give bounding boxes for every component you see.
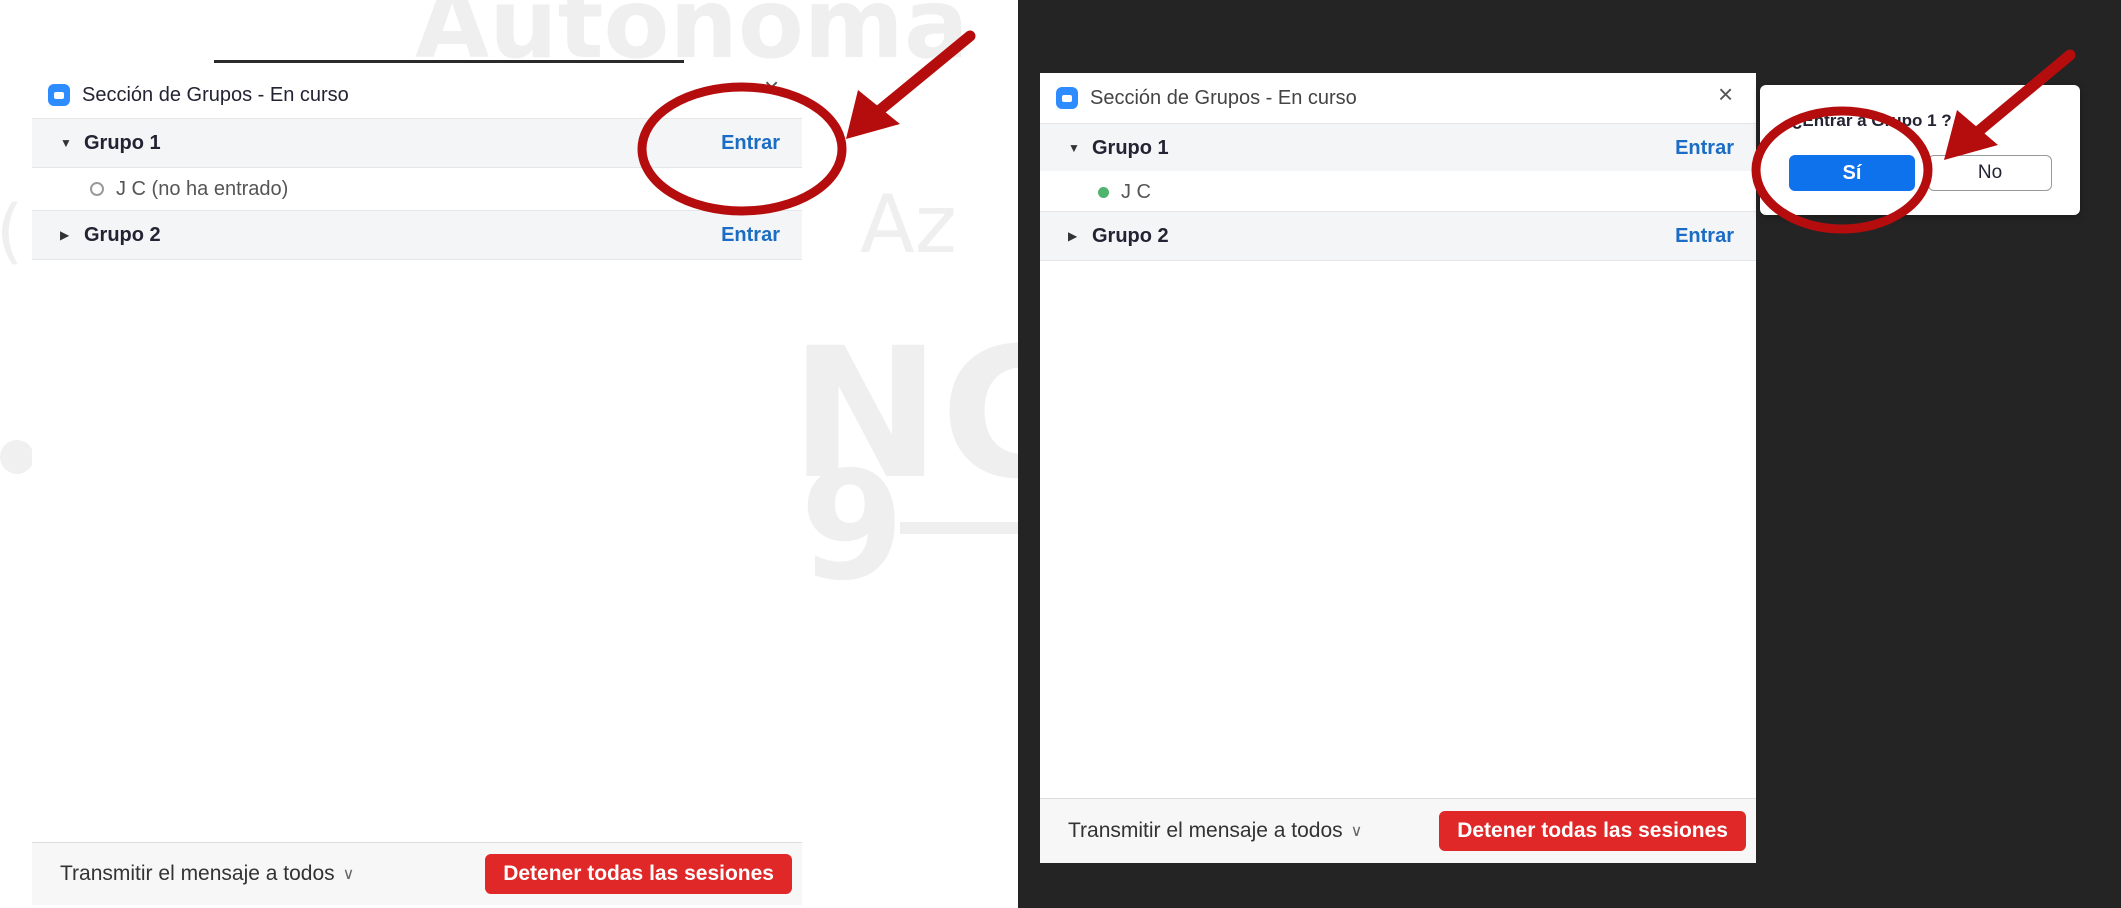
annotation-overlay <box>637 30 2076 234</box>
highlight-circle-si <box>1751 106 1933 234</box>
arrow-shaft-left <box>874 30 976 116</box>
arrow-shaft-right <box>1974 49 2076 136</box>
highlight-circle-entrar <box>637 82 847 216</box>
